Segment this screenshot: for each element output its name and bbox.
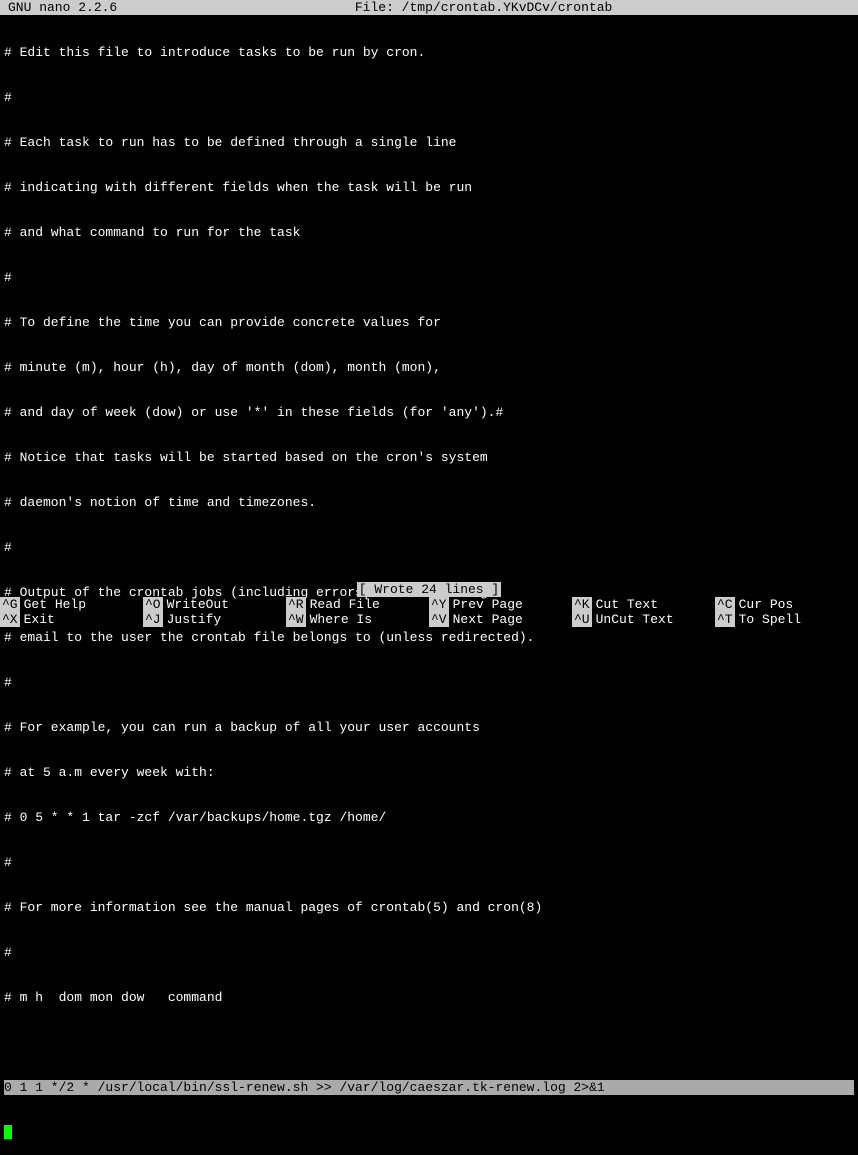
shortcut-label: WriteOut (167, 597, 229, 612)
shortcut-get-help[interactable]: ^G Get Help (0, 597, 143, 612)
file-path: File: /tmp/crontab.YKvDCv/crontab (117, 0, 850, 15)
file-line: # and day of week (dow) or use '*' in th… (4, 405, 854, 420)
highlighted-line: 0 1 1 */2 * /usr/local/bin/ssl-renew.sh … (4, 1080, 854, 1095)
file-line: # indicating with different fields when … (4, 180, 854, 195)
shortcut-label: Justify (167, 612, 222, 627)
shortcut-key: ^W (286, 612, 306, 627)
file-line: # (4, 675, 854, 690)
shortcut-uncut-text[interactable]: ^U UnCut Text (572, 612, 715, 627)
shortcuts-bar: ^G Get Help ^O WriteOut ^R Read File ^Y … (0, 597, 858, 627)
shortcut-label: Next Page (453, 612, 523, 627)
file-line: # and what command to run for the task (4, 225, 854, 240)
shortcut-key: ^U (572, 612, 592, 627)
shortcut-read-file[interactable]: ^R Read File (286, 597, 429, 612)
file-line: # (4, 945, 854, 960)
file-line: # email to the user the crontab file bel… (4, 630, 854, 645)
shortcut-label: Where Is (310, 612, 372, 627)
shortcut-exit[interactable]: ^X Exit (0, 612, 143, 627)
shortcut-label: UnCut Text (596, 612, 674, 627)
file-line: # (4, 855, 854, 870)
shortcut-label: Exit (24, 612, 55, 627)
shortcut-key: ^O (143, 597, 163, 612)
file-line: # (4, 540, 854, 555)
shortcut-label: Read File (310, 597, 380, 612)
shortcut-label: Cur Pos (739, 597, 794, 612)
shortcut-justify[interactable]: ^J Justify (143, 612, 286, 627)
shortcut-label: To Spell (739, 612, 801, 627)
shortcut-cut-text[interactable]: ^K Cut Text (572, 597, 715, 612)
shortcut-key: ^J (143, 612, 163, 627)
editor-header: GNU nano 2.2.6 File: /tmp/crontab.YKvDCv… (0, 0, 858, 15)
shortcut-key: ^G (0, 597, 20, 612)
status-bar: [ Wrote 24 lines ] (0, 582, 858, 597)
status-message: [ Wrote 24 lines ] (357, 582, 501, 597)
shortcut-writeout[interactable]: ^O WriteOut (143, 597, 286, 612)
shortcut-key: ^C (715, 597, 735, 612)
file-line: # (4, 90, 854, 105)
shortcut-label: Get Help (24, 597, 86, 612)
file-line: # Notice that tasks will be started base… (4, 450, 854, 465)
file-line (4, 1035, 854, 1050)
file-line: # at 5 a.m every week with: (4, 765, 854, 780)
shortcut-key: ^Y (429, 597, 449, 612)
file-line: # m h dom mon dow command (4, 990, 854, 1005)
shortcut-key: ^R (286, 597, 306, 612)
file-line: # Edit this file to introduce tasks to b… (4, 45, 854, 60)
shortcut-row: ^X Exit ^J Justify ^W Where Is ^V Next P… (0, 612, 858, 627)
cursor-line (4, 1125, 854, 1140)
file-line: # daemon's notion of time and timezones. (4, 495, 854, 510)
file-line: # (4, 270, 854, 285)
file-line: # minute (m), hour (h), day of month (do… (4, 360, 854, 375)
shortcut-key: ^V (429, 612, 449, 627)
file-line: # For more information see the manual pa… (4, 900, 854, 915)
file-line: # Each task to run has to be defined thr… (4, 135, 854, 150)
shortcut-key: ^K (572, 597, 592, 612)
shortcut-label: Prev Page (453, 597, 523, 612)
shortcut-label: Cut Text (596, 597, 658, 612)
shortcut-to-spell[interactable]: ^T To Spell (715, 612, 858, 627)
shortcut-where-is[interactable]: ^W Where Is (286, 612, 429, 627)
file-line: # For example, you can run a backup of a… (4, 720, 854, 735)
file-line: # To define the time you can provide con… (4, 315, 854, 330)
shortcut-next-page[interactable]: ^V Next Page (429, 612, 572, 627)
app-name: GNU nano 2.2.6 (8, 0, 117, 15)
text-cursor (4, 1125, 12, 1139)
shortcut-key: ^T (715, 612, 735, 627)
shortcut-key: ^X (0, 612, 20, 627)
shortcut-row: ^G Get Help ^O WriteOut ^R Read File ^Y … (0, 597, 858, 612)
shortcut-prev-page[interactable]: ^Y Prev Page (429, 597, 572, 612)
file-line: # 0 5 * * 1 tar -zcf /var/backups/home.t… (4, 810, 854, 825)
shortcut-cur-pos[interactable]: ^C Cur Pos (715, 597, 858, 612)
